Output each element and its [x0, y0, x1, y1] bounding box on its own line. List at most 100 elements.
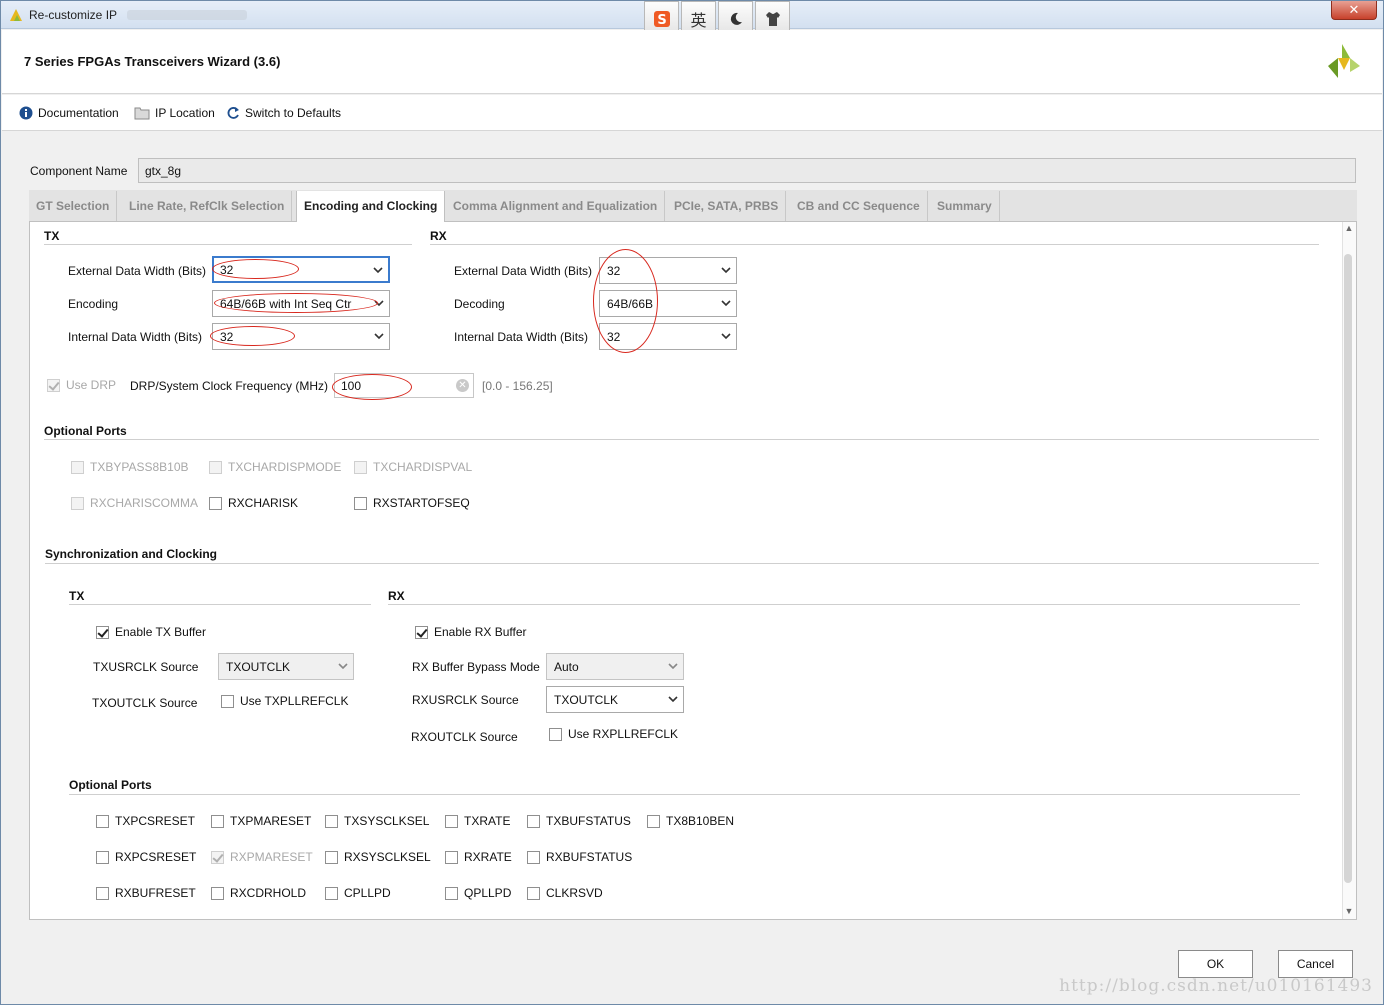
tx8b10ben-checkbox[interactable]: TX8B10BEN	[647, 814, 734, 828]
xilinx-logo-icon	[1328, 44, 1360, 78]
rxcharisk-checkbox[interactable]: RXCHARISK	[209, 496, 298, 510]
chevron-down-icon	[721, 300, 731, 307]
checkbox-label: RXSTARTOFSEQ	[373, 496, 470, 510]
switch-defaults-button[interactable]: Switch to Defaults	[226, 106, 341, 120]
txpcsreset-checkbox[interactable]: TXPCSRESET	[96, 814, 195, 828]
txoutclk-source-label: TXOUTCLK Source	[92, 696, 198, 710]
checkbox-box	[354, 460, 367, 474]
txusrclk-source-value: TXOUTCLK	[226, 660, 291, 674]
checkbox-box	[96, 625, 109, 639]
checkbox-label: TXCHARDISPMODE	[228, 460, 342, 474]
ip-location-label: IP Location	[155, 106, 215, 120]
txusrclk-source-label: TXUSRCLK Source	[93, 660, 199, 674]
checkbox-box	[211, 814, 224, 828]
enable-tx-buffer-label: Enable TX Buffer	[115, 625, 206, 639]
scroll-down-icon[interactable]: ▼	[1343, 906, 1355, 918]
refresh-icon	[227, 107, 239, 119]
txpmareset-checkbox[interactable]: TXPMARESET	[211, 814, 311, 828]
enable-tx-buffer-checkbox[interactable]: Enable TX Buffer	[96, 625, 206, 639]
tab-pcie-sata-prbs[interactable]: PCIe, SATA, PRBS	[667, 191, 787, 221]
clear-icon[interactable]: ✕	[456, 379, 469, 392]
txsysclksel-checkbox[interactable]: TXSYSCLKSEL	[325, 814, 429, 828]
rx-buffer-bypass-select[interactable]: Auto	[546, 653, 684, 680]
watermark-text: http://blog.csdn.net/u010161493	[1059, 976, 1373, 996]
checkbox-box	[647, 814, 660, 828]
tx-section-title: TX	[44, 229, 60, 243]
tx-divider	[44, 244, 412, 245]
enable-rx-buffer-checkbox[interactable]: Enable RX Buffer	[415, 625, 527, 639]
checkbox-label: RXSYSCLKSEL	[344, 850, 431, 864]
close-button[interactable]: ✕	[1331, 1, 1377, 20]
info-icon	[19, 106, 33, 120]
rx-decoding-value: 64B/66B	[607, 297, 654, 311]
optional-ports-divider	[44, 439, 1319, 440]
txbypass8b10b-checkbox[interactable]: TXBYPASS8B10B	[71, 460, 189, 474]
use-drp-label: Use DRP	[66, 378, 117, 392]
use-rxpllrefclk-checkbox[interactable]: Use RXPLLREFCLK	[549, 727, 678, 741]
ip-location-button[interactable]: IP Location	[134, 106, 215, 120]
use-txpllrefclk-checkbox[interactable]: Use TXPLLREFCLK	[221, 694, 349, 708]
rx-divider	[430, 244, 1319, 245]
tab-comma-alignment[interactable]: Comma Alignment and Equalization	[446, 191, 666, 221]
rxbufreset-checkbox[interactable]: RXBUFRESET	[96, 886, 196, 900]
rxusrclk-source-select[interactable]: TXOUTCLK	[546, 686, 684, 713]
tab-line-rate[interactable]: Line Rate, RefClk Selection	[122, 191, 293, 221]
cancel-button[interactable]: Cancel	[1278, 950, 1353, 978]
qpllpd-checkbox[interactable]: QPLLPD	[445, 886, 511, 900]
rx-ext-width-select[interactable]: 32	[599, 257, 737, 284]
tx-ext-width-value: 32	[220, 263, 234, 277]
checkbox-label: TXRATE	[464, 814, 511, 828]
rxchariscomma-checkbox[interactable]: RXCHARISCOMMA	[71, 496, 198, 510]
checkbox-box	[71, 496, 84, 510]
txusrclk-source-select[interactable]: TXOUTCLK	[218, 653, 354, 680]
rxrate-checkbox[interactable]: RXRATE	[445, 850, 512, 864]
cpllpd-checkbox[interactable]: CPLLPD	[325, 886, 391, 900]
use-drp-checkbox[interactable]: Use DRP	[47, 378, 116, 392]
drp-freq-input[interactable]: 100 ✕	[334, 373, 474, 398]
tx-encoding-select[interactable]: 64B/66B with Int Seq Ctr	[212, 290, 390, 317]
tab-bar: GT Selection Line Rate, RefClk Selection…	[29, 190, 1357, 223]
txrate-checkbox[interactable]: TXRATE	[445, 814, 510, 828]
rx-decoding-select[interactable]: 64B/66B	[599, 290, 737, 317]
rxcdrhold-checkbox[interactable]: RXCDRHOLD	[211, 886, 306, 900]
ok-button[interactable]: OK	[1178, 950, 1253, 978]
tx-int-width-select[interactable]: 32	[212, 323, 390, 350]
rx-int-width-label: Internal Data Width (Bits)	[454, 330, 589, 344]
rxpcsreset-checkbox[interactable]: RXPCSRESET	[96, 850, 196, 864]
txchardispval-checkbox[interactable]: TXCHARDISPVAL	[354, 460, 472, 474]
sync-clocking-title: Synchronization and Clocking	[45, 547, 218, 561]
checkbox-box	[527, 850, 540, 864]
tab-summary[interactable]: Summary	[930, 191, 1000, 221]
checkbox-box	[96, 886, 109, 900]
rxusrclk-source-label: RXUSRCLK Source	[412, 693, 519, 707]
checkbox-box	[325, 850, 338, 864]
checkbox-label: RXPCSRESET	[115, 850, 197, 864]
svg-text:S: S	[657, 13, 666, 28]
chevron-down-icon	[373, 267, 383, 274]
clkrsvd-checkbox[interactable]: CLKRSVD	[527, 886, 603, 900]
documentation-button[interactable]: Documentation	[19, 106, 119, 120]
rxbufstatus-checkbox[interactable]: RXBUFSTATUS	[527, 850, 632, 864]
checkbox-label: TXSYSCLKSEL	[344, 814, 430, 828]
scroll-up-icon[interactable]: ▲	[1343, 223, 1355, 235]
txchardispmode-checkbox[interactable]: TXCHARDISPMODE	[209, 460, 341, 474]
rx-ext-width-value: 32	[607, 264, 621, 278]
checkbox-label: TXCHARDISPVAL	[373, 460, 473, 474]
rx-buffer-bypass-value: Auto	[554, 660, 579, 674]
tab-encoding-clocking[interactable]: Encoding and Clocking	[296, 191, 446, 223]
chevron-down-icon	[721, 333, 731, 340]
rxstartofseq-checkbox[interactable]: RXSTARTOFSEQ	[354, 496, 470, 510]
checkbox-label: TXPMARESET	[230, 814, 312, 828]
rxsysclksel-checkbox[interactable]: RXSYSCLKSEL	[325, 850, 431, 864]
scrollbar-thumb[interactable]	[1344, 254, 1352, 883]
sync-tx-title: TX	[69, 589, 85, 603]
txbufstatus-checkbox[interactable]: TXBUFSTATUS	[527, 814, 631, 828]
component-name-field[interactable]: gtx_8g	[138, 158, 1356, 183]
optional-ports-2-title: Optional Ports	[69, 778, 152, 792]
tab-cb-cc-sequence[interactable]: CB and CC Sequence	[790, 191, 928, 221]
rx-int-width-select[interactable]: 32	[599, 323, 737, 350]
tab-gt-selection[interactable]: GT Selection	[29, 191, 118, 221]
tx-ext-width-select[interactable]: 32	[212, 256, 390, 283]
rxpmareset-checkbox[interactable]: RXPMARESET	[211, 850, 313, 864]
title-blurred-text	[127, 10, 247, 20]
